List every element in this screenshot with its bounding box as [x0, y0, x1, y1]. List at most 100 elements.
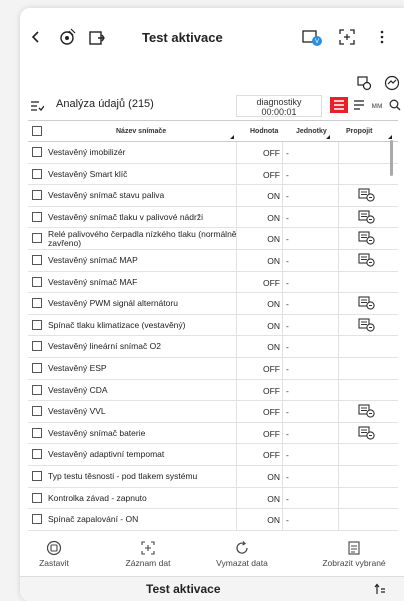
show-selected-button[interactable]: Zobrazit vybrané — [304, 538, 404, 568]
sensor-unit: - — [286, 385, 289, 396]
column-divider — [282, 163, 283, 185]
column-divider — [282, 465, 283, 487]
row-checkbox[interactable] — [32, 190, 42, 201]
record-data-button[interactable]: Záznam dat — [110, 538, 186, 568]
row-checkbox[interactable] — [32, 298, 42, 309]
table-row[interactable]: Spínač tlaku klimatizace (vestavěný) ON - — [28, 314, 398, 337]
export-icon[interactable] — [86, 26, 108, 48]
waveform-view-icon[interactable]: ᴍᴍ — [368, 97, 386, 113]
column-divider — [236, 249, 237, 271]
table-row[interactable]: Vestavěný snímač baterie OFF - — [28, 422, 398, 445]
row-checkbox[interactable] — [32, 427, 42, 438]
table-row[interactable]: Vestavěný adaptivní tempomat OFF - — [28, 444, 398, 466]
column-divider — [236, 314, 237, 336]
sensor-unit: - — [286, 212, 289, 223]
app-screen: Test aktivace V Analýza údajů (215) diag… — [20, 8, 404, 601]
col-link-header[interactable]: Propojit — [346, 128, 372, 135]
scrollbar[interactable] — [390, 140, 393, 176]
column-divider — [282, 379, 283, 401]
row-checkbox[interactable] — [32, 384, 42, 395]
screenshot-icon[interactable] — [336, 26, 358, 48]
table-row[interactable]: Kontrolka závad - zapnuto ON - — [28, 487, 398, 510]
table-row[interactable]: Vestavěný snímač MAF OFF - — [28, 271, 398, 294]
stop-icon — [20, 538, 92, 558]
table-row[interactable]: Vestavěný lineární snímač O2 ON - — [28, 336, 398, 358]
column-divider — [236, 444, 237, 465]
graph-link-icon[interactable] — [358, 231, 376, 247]
table-row[interactable]: Vestavěný imobilizér OFF - — [28, 142, 398, 164]
row-checkbox[interactable] — [32, 276, 42, 287]
table-row[interactable]: Typ testu těsnosti - pod tlakem systému O… — [28, 465, 398, 488]
column-divider — [338, 142, 339, 163]
page-title: Test aktivace — [142, 30, 223, 45]
row-checkbox[interactable] — [32, 470, 42, 481]
more-menu-icon[interactable] — [374, 26, 390, 48]
row-checkbox[interactable] — [32, 233, 42, 244]
sensor-name: Vestavěný snímač tlaku v palivové nádrži — [48, 211, 203, 222]
settings-link-icon[interactable] — [354, 74, 374, 92]
list-view-icon[interactable] — [330, 97, 348, 113]
graph-link-icon[interactable] — [358, 426, 376, 442]
table-row[interactable]: Relé palivového čerpadla nízkého tlaku (… — [28, 228, 398, 250]
table-row[interactable]: Vestavěný snímač stavu paliva ON - — [28, 185, 398, 207]
record-icon[interactable] — [382, 74, 402, 92]
row-checkbox[interactable] — [32, 211, 42, 222]
column-divider — [282, 422, 283, 444]
table-row[interactable]: Vestavěný PWM signál alternátoru ON - — [28, 293, 398, 315]
sensor-name: Vestavěný ESP — [48, 362, 107, 373]
search-icon[interactable] — [386, 97, 404, 113]
row-checkbox[interactable] — [32, 168, 42, 179]
back-icon[interactable] — [28, 28, 44, 46]
sensor-value: ON — [267, 255, 280, 266]
table-row[interactable]: Vestavěný ESP OFF - — [28, 357, 398, 380]
col-unit-header[interactable]: Jednotky — [296, 128, 327, 135]
row-checkbox[interactable] — [32, 449, 42, 460]
row-checkbox[interactable] — [32, 254, 42, 265]
column-divider — [236, 422, 237, 444]
select-all-checkbox[interactable] — [32, 126, 42, 136]
select-list-icon[interactable] — [28, 98, 46, 114]
graph-link-icon[interactable] — [358, 296, 376, 312]
row-checkbox[interactable] — [32, 341, 42, 352]
stop-button[interactable]: Zastavit — [20, 538, 92, 568]
sensor-value: OFF — [263, 407, 280, 418]
row-checkbox[interactable] — [32, 319, 42, 330]
data-analysis-title: Analýza údajů (215) — [56, 98, 154, 110]
compact-view-icon[interactable] — [350, 97, 368, 113]
column-divider — [338, 509, 339, 530]
table-row[interactable]: Vestavěný Smart klíč OFF - — [28, 163, 398, 186]
table-row[interactable]: Vestavěný VVL OFF - — [28, 401, 398, 423]
table-row[interactable]: Vestavěný CDA OFF - — [28, 379, 398, 402]
table-row[interactable]: Vestavěný snímač MAP ON - — [28, 249, 398, 272]
sort-order-icon[interactable] — [372, 582, 388, 596]
graph-link-icon[interactable] — [358, 210, 376, 226]
column-divider — [236, 509, 237, 530]
col-name-header[interactable]: Název snímače — [116, 128, 166, 135]
row-checkbox[interactable] — [32, 362, 42, 373]
graph-link-icon[interactable] — [358, 253, 376, 269]
col-value-header[interactable]: Hodnota — [250, 128, 278, 135]
graph-link-icon[interactable] — [358, 404, 376, 420]
sensor-unit: - — [286, 342, 289, 353]
column-divider — [282, 401, 283, 422]
column-divider — [282, 142, 283, 163]
graph-link-icon[interactable] — [358, 188, 376, 204]
sensor-value: OFF — [263, 450, 280, 461]
row-checkbox[interactable] — [32, 492, 42, 503]
table-row[interactable]: Spínač zapalování - ON ON - — [28, 509, 398, 531]
clear-data-button[interactable]: Vymazat data — [204, 538, 280, 568]
row-checkbox[interactable] — [32, 406, 42, 417]
stop-label: Zastavit — [39, 558, 69, 568]
row-checkbox[interactable] — [32, 514, 42, 525]
sensor-table: Název snímače Hodnota Jednotky Propojit … — [28, 120, 398, 531]
battery-voltage-icon[interactable]: V — [300, 26, 324, 48]
record-data-icon — [110, 538, 186, 558]
svg-text:V: V — [315, 39, 319, 45]
sensor-unit: - — [286, 191, 289, 202]
vehicle-connection-icon[interactable] — [56, 26, 78, 48]
table-row[interactable]: Vestavěný snímač tlaku v palivové nádrži… — [28, 206, 398, 229]
row-checkbox[interactable] — [32, 147, 42, 157]
sensor-value: ON — [267, 493, 280, 504]
sensor-unit: - — [286, 277, 289, 288]
graph-link-icon[interactable] — [358, 318, 376, 334]
